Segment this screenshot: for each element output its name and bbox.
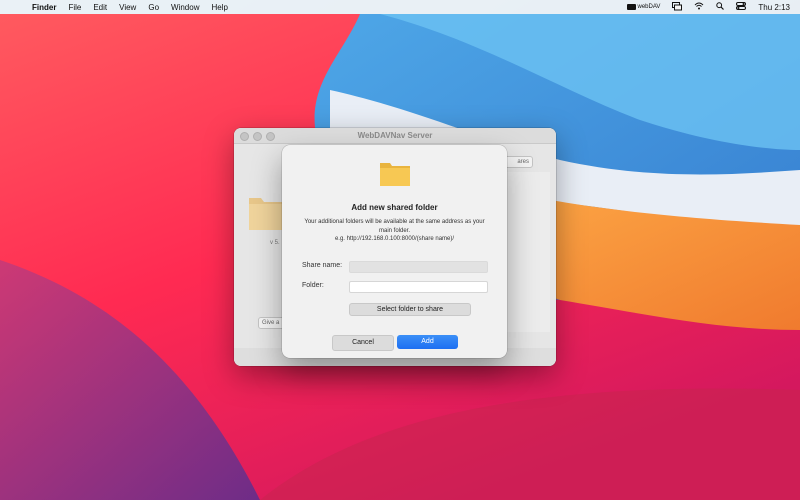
add-shared-folder-sheet: Add new shared folder Your additional fo… bbox=[282, 145, 507, 358]
folder-icon bbox=[626, 4, 636, 10]
menu-finder[interactable]: Finder bbox=[32, 3, 56, 12]
folder-input[interactable] bbox=[350, 289, 487, 299]
webdav-status-item[interactable]: webDAV bbox=[626, 4, 661, 10]
display-mirroring-icon[interactable] bbox=[672, 1, 683, 13]
menu-file[interactable]: File bbox=[68, 3, 81, 12]
menu-bar-extras: webDAV Thu 2:13 bbox=[621, 0, 800, 14]
version-label: v 5. bbox=[270, 240, 280, 246]
sheet-title: Add new shared folder bbox=[351, 203, 438, 212]
menu-edit[interactable]: Edit bbox=[93, 3, 107, 12]
webdav-status-label: webDAV bbox=[637, 4, 661, 10]
menu-help[interactable]: Help bbox=[211, 3, 227, 12]
share-name-field[interactable] bbox=[349, 261, 488, 279]
menu-window[interactable]: Window bbox=[171, 3, 199, 12]
control-center-icon[interactable] bbox=[736, 2, 747, 12]
cancel-button[interactable]: Cancel bbox=[332, 335, 394, 351]
folder-field[interactable] bbox=[349, 281, 488, 299]
share-name-input[interactable] bbox=[350, 269, 487, 279]
menu-clock[interactable]: Thu 2:13 bbox=[758, 3, 790, 12]
description-line: main folder. bbox=[378, 227, 411, 234]
folder-label: Folder: bbox=[302, 282, 324, 289]
example-url: e.g. http://192.168.0.100:8000/(share na… bbox=[334, 236, 455, 242]
select-folder-button[interactable]: Select folder to share bbox=[349, 303, 471, 316]
window-title: WebDAVNav Server bbox=[357, 131, 433, 140]
folder-icon bbox=[380, 163, 410, 186]
menu-view[interactable]: View bbox=[119, 3, 136, 12]
wifi-icon[interactable] bbox=[694, 2, 704, 12]
sheet-description: Your additional folders will be availabl… bbox=[294, 218, 495, 244]
folder-icon bbox=[249, 198, 285, 230]
add-button[interactable]: Add bbox=[397, 335, 458, 349]
window-titlebar: WebDAVNav Server bbox=[234, 128, 556, 144]
share-name-label: Share name: bbox=[302, 262, 343, 269]
search-icon[interactable] bbox=[716, 2, 725, 12]
description-line: Your additional folders will be availabl… bbox=[304, 219, 485, 225]
menu-go[interactable]: Go bbox=[148, 3, 159, 12]
menu-bar: Finder File Edit View Go Window Help web… bbox=[0, 0, 800, 14]
